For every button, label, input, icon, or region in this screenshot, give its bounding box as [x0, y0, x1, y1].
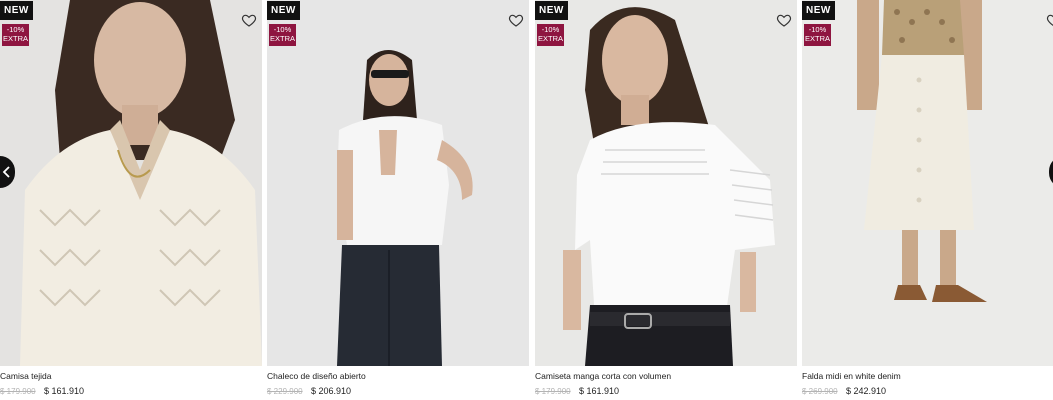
discount-label: EXTRA: [537, 33, 563, 43]
sale-price: $ 242.910: [846, 386, 887, 396]
product-name[interactable]: Camisa tejida: [0, 371, 52, 381]
new-badge: NEW: [802, 1, 835, 20]
sale-price: $ 206.910: [311, 386, 352, 396]
chevron-left-icon: [2, 166, 10, 178]
new-badge: NEW: [267, 1, 300, 20]
product-card[interactable]: NEW -10% EXTRA Camisa tejida $ 179.900 $…: [0, 0, 262, 400]
heart-outline-icon[interactable]: [1046, 12, 1053, 28]
discount-badge: -10% EXTRA: [804, 24, 831, 46]
heart-outline-icon[interactable]: [776, 12, 792, 28]
heart-outline-icon[interactable]: [241, 12, 257, 28]
discount-badge: -10% EXTRA: [537, 24, 564, 46]
product-name[interactable]: Camiseta manga corta con volumen: [535, 371, 671, 381]
product-card[interactable]: NEW -10% EXTRA Chaleco de diseño abierto…: [267, 0, 529, 400]
new-badge: NEW: [0, 1, 33, 20]
product-card[interactable]: NEW -10% EXTRA Camiseta manga corta con …: [535, 0, 797, 400]
sale-price: $ 161.910: [579, 386, 620, 396]
product-name[interactable]: Chaleco de diseño abierto: [267, 371, 366, 381]
product-card[interactable]: NEW -10% EXTRA Falda midi en white denim…: [802, 0, 1053, 400]
original-price: $ 179.900: [535, 387, 571, 396]
discount-badge: -10% EXTRA: [2, 24, 29, 46]
product-carousel: NEW -10% EXTRA Camisa tejida $ 179.900 $…: [0, 0, 1053, 400]
original-price: $ 179.900: [0, 387, 36, 396]
discount-label: EXTRA: [804, 33, 830, 43]
original-price: $ 269.900: [802, 387, 838, 396]
product-image[interactable]: [802, 0, 1053, 366]
product-image[interactable]: [267, 0, 529, 366]
discount-label: EXTRA: [2, 33, 28, 43]
discount-label: EXTRA: [269, 33, 295, 43]
original-price: $ 229.900: [267, 387, 303, 396]
product-image[interactable]: [535, 0, 797, 366]
discount-badge: -10% EXTRA: [269, 24, 296, 46]
new-badge: NEW: [535, 1, 568, 20]
product-name[interactable]: Falda midi en white denim: [802, 371, 901, 381]
product-image[interactable]: [0, 0, 262, 366]
heart-outline-icon[interactable]: [508, 12, 524, 28]
sale-price: $ 161.910: [44, 386, 85, 396]
